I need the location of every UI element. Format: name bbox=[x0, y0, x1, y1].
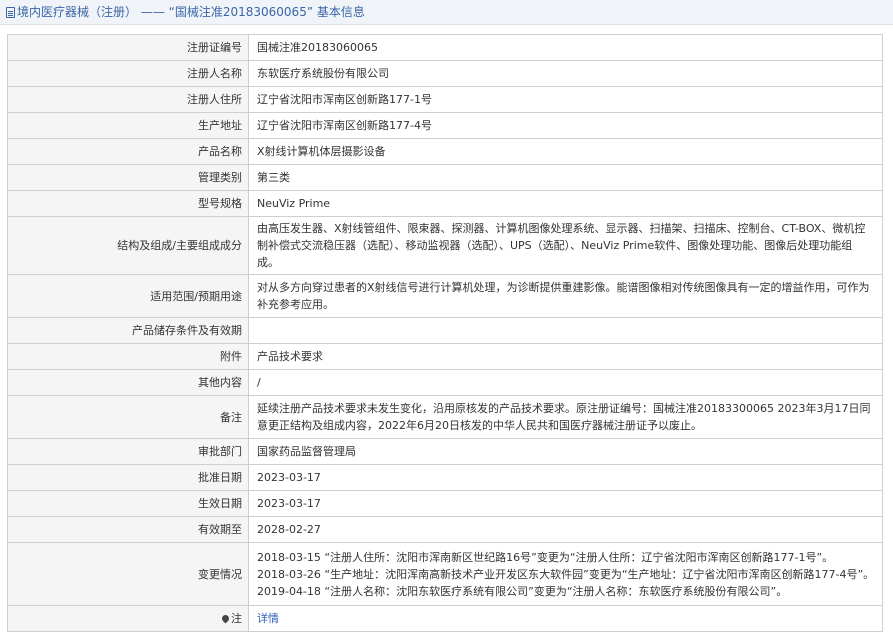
info-table: 注册证编号 国械注准20183060065 注册人名称 东软医疗系统股份有限公司… bbox=[7, 34, 883, 632]
field-value: 2023-03-17 bbox=[248, 490, 883, 517]
document-icon bbox=[6, 7, 15, 18]
field-value: NeuViz Prime bbox=[248, 190, 883, 217]
table-row: 管理类别 第三类 bbox=[7, 164, 883, 191]
change-item: 2019-04-18 “注册人名称：沈阳东软医疗系统有限公司”变更为“注册人名称… bbox=[257, 584, 788, 598]
field-label: 生产地址 bbox=[7, 112, 249, 139]
change-item: 2018-03-15 “注册人住所：沈阳市浑南新区世纪路16号”变更为“注册人住… bbox=[257, 550, 834, 564]
field-value: 产品技术要求 bbox=[248, 343, 883, 370]
field-label: 型号规格 bbox=[7, 190, 249, 217]
details-link[interactable]: 详情 bbox=[257, 612, 279, 625]
field-value: 由高压发生器、X射线管组件、限束器、探测器、计算机图像处理系统、显示器、扫描架、… bbox=[248, 216, 883, 275]
field-label: 注册人住所 bbox=[7, 86, 249, 113]
field-value: 对从多方向穿过患者的X射线信号进行计算机处理，为诊断提供重建影像。能谱图像相对传… bbox=[248, 274, 883, 318]
table-row: 其他内容 / bbox=[7, 369, 883, 396]
table-row: 注册人名称 东软医疗系统股份有限公司 bbox=[7, 60, 883, 87]
table-row: 附件 产品技术要求 bbox=[7, 343, 883, 370]
field-value: / bbox=[248, 369, 883, 396]
field-label: 审批部门 bbox=[7, 438, 249, 465]
field-label: 产品储存条件及有效期 bbox=[7, 317, 249, 344]
table-row-note: 注 详情 bbox=[7, 605, 883, 632]
field-label: 产品名称 bbox=[7, 138, 249, 165]
field-label: 有效期至 bbox=[7, 516, 249, 543]
field-label: 批准日期 bbox=[7, 464, 249, 491]
field-value: 国家药品监督管理局 bbox=[248, 438, 883, 465]
table-row: 适用范围/预期用途 对从多方向穿过患者的X射线信号进行计算机处理，为诊断提供重建… bbox=[7, 274, 883, 318]
field-value: 2023-03-17 bbox=[248, 464, 883, 491]
field-label: 适用范围/预期用途 bbox=[7, 274, 249, 318]
field-value: 2028-02-27 bbox=[248, 516, 883, 543]
field-label: 注册证编号 bbox=[7, 34, 249, 61]
field-value: 东软医疗系统股份有限公司 bbox=[248, 60, 883, 87]
table-row: 备注 延续注册产品技术要求未发生变化，沿用原核发的产品技术要求。原注册证编号：国… bbox=[7, 395, 883, 439]
note-label-cell: 注 bbox=[7, 605, 249, 632]
table-row: 型号规格 NeuViz Prime bbox=[7, 190, 883, 217]
table-row: 注册人住所 辽宁省沈阳市浑南区创新路177-1号 bbox=[7, 86, 883, 113]
note-label: 注 bbox=[231, 612, 242, 625]
changes-label: 变更情况 bbox=[7, 542, 249, 606]
field-label: 附件 bbox=[7, 343, 249, 370]
field-value: 国械注准20183060065 bbox=[248, 34, 883, 61]
table-row: 注册证编号 国械注准20183060065 bbox=[7, 34, 883, 61]
field-label: 注册人名称 bbox=[7, 60, 249, 87]
page-title: 境内医疗器械（注册） —— “国械注准20183060065” 基本信息 bbox=[0, 0, 893, 25]
field-value: 辽宁省沈阳市浑南区创新路177-1号 bbox=[248, 86, 883, 113]
table-row: 生效日期 2023-03-17 bbox=[7, 490, 883, 517]
table-row: 生产地址 辽宁省沈阳市浑南区创新路177-4号 bbox=[7, 112, 883, 139]
table-row: 结构及组成/主要组成成分 由高压发生器、X射线管组件、限束器、探测器、计算机图像… bbox=[7, 216, 883, 275]
change-item: 2018-03-26 “生产地址：沈阳浑南高新技术产业开发区东大软件园”变更为“… bbox=[257, 567, 875, 581]
pin-icon bbox=[220, 613, 231, 624]
field-value: 辽宁省沈阳市浑南区创新路177-4号 bbox=[248, 112, 883, 139]
field-value: 第三类 bbox=[248, 164, 883, 191]
changes-list: 2018-03-15 “注册人住所：沈阳市浑南新区世纪路16号”变更为“注册人住… bbox=[248, 542, 883, 606]
field-label: 管理类别 bbox=[7, 164, 249, 191]
note-value-cell: 详情 bbox=[248, 605, 883, 632]
table-row-changes: 变更情况 2018-03-15 “注册人住所：沈阳市浑南新区世纪路16号”变更为… bbox=[7, 542, 883, 606]
field-label: 生效日期 bbox=[7, 490, 249, 517]
field-value: X射线计算机体层摄影设备 bbox=[248, 138, 883, 165]
table-row: 审批部门 国家药品监督管理局 bbox=[7, 438, 883, 465]
field-value: 延续注册产品技术要求未发生变化，沿用原核发的产品技术要求。原注册证编号：国械注准… bbox=[248, 395, 883, 439]
field-label: 其他内容 bbox=[7, 369, 249, 396]
field-label: 结构及组成/主要组成成分 bbox=[7, 216, 249, 275]
table-row: 产品储存条件及有效期 bbox=[7, 317, 883, 344]
field-value bbox=[248, 317, 883, 344]
page-title-text: 境内医疗器械（注册） —— “国械注准20183060065” 基本信息 bbox=[17, 5, 365, 19]
field-label: 备注 bbox=[7, 395, 249, 439]
table-row: 产品名称 X射线计算机体层摄影设备 bbox=[7, 138, 883, 165]
table-row: 有效期至 2028-02-27 bbox=[7, 516, 883, 543]
table-row: 批准日期 2023-03-17 bbox=[7, 464, 883, 491]
